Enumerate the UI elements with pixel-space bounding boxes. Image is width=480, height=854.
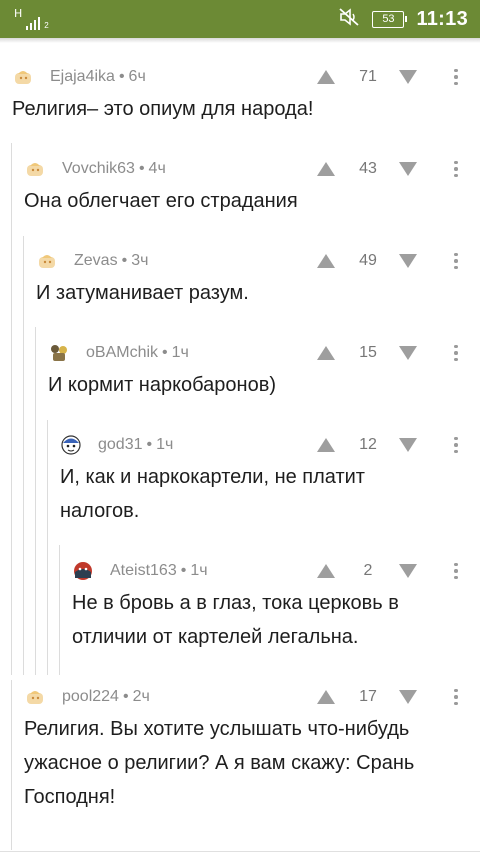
avatar-icon[interactable]: [24, 158, 46, 180]
time-ago: 1ч: [190, 562, 208, 579]
comment-header: oBAMchik • 1ч: [48, 342, 189, 364]
thread-line: [59, 545, 60, 675]
time-ago: 6ч: [128, 68, 146, 85]
comment-text-line: Религия. Вы хотите услышать что-нибудь: [24, 718, 410, 740]
downvote-arrow-icon[interactable]: [398, 686, 418, 708]
avatar-icon[interactable]: [12, 66, 34, 88]
comment-header: god31 • 1ч: [60, 434, 173, 456]
comment-text-line: ужасное о религии? А я вам скажу: Срань: [24, 752, 415, 774]
comment-text-line: И, как и наркокартели, не платит: [60, 466, 365, 488]
comment-header: Ejaja4ika • 6ч: [12, 66, 146, 88]
author-name[interactable]: Ateist163: [110, 562, 177, 579]
time-ago: 4ч: [148, 160, 166, 177]
comment-text-line: налогов.: [60, 500, 140, 522]
author-name[interactable]: Zevas: [74, 252, 118, 269]
avatar-icon[interactable]: [60, 434, 82, 456]
avatar-icon[interactable]: [36, 250, 58, 272]
signal-icon: [26, 16, 41, 30]
comment-text: Религия– это опиум для народа!: [12, 98, 314, 120]
upvote-arrow-icon[interactable]: [316, 158, 336, 180]
signal-indicator: H 2: [14, 8, 49, 30]
avatar-icon[interactable]: [72, 560, 94, 582]
comment-meta: god31 • 1ч: [98, 436, 174, 453]
comment-text: Не в бровь а в глаз, тока церковь в отли…: [72, 586, 399, 654]
thread-line: [35, 327, 36, 675]
rating: 43: [359, 160, 377, 177]
downvote-arrow-icon[interactable]: [398, 434, 418, 456]
comment-meta: oBAMchik • 1ч: [86, 344, 189, 361]
upvote-arrow-icon[interactable]: [316, 66, 336, 88]
comment-header: Vovchik63 • 4ч: [24, 158, 166, 180]
author-name[interactable]: pool224: [62, 688, 119, 705]
downvote-arrow-icon[interactable]: [398, 66, 418, 88]
author-name[interactable]: Ejaja4ika: [50, 68, 115, 85]
more-vertical-icon[interactable]: [448, 158, 464, 180]
time-ago: 1ч: [171, 344, 189, 361]
rating: 71: [359, 68, 377, 85]
avatar-icon[interactable]: [24, 686, 46, 708]
more-vertical-icon[interactable]: [448, 560, 464, 582]
comment-meta: Ateist163 • 1ч: [110, 562, 208, 579]
comment-text-line: Не в бровь а в глаз, тока церковь в: [72, 592, 399, 614]
more-vertical-icon[interactable]: [448, 342, 464, 364]
upvote-arrow-icon[interactable]: [316, 434, 336, 456]
more-vertical-icon[interactable]: [448, 434, 464, 456]
downvote-arrow-icon[interactable]: [398, 158, 418, 180]
battery-icon: 53: [372, 10, 408, 28]
comment-text-line: отличии от картелей легальна.: [72, 626, 359, 648]
upvote-arrow-icon[interactable]: [316, 686, 336, 708]
rating: 15: [359, 344, 377, 361]
comment-header: Zevas • 3ч: [36, 250, 148, 272]
comment-header: Ateist163 • 1ч: [72, 560, 208, 582]
divider: [0, 851, 480, 852]
thread-line: [23, 236, 24, 675]
comment-header: pool224 • 2ч: [24, 686, 150, 708]
upvote-arrow-icon[interactable]: [316, 342, 336, 364]
author-name[interactable]: god31: [98, 436, 143, 453]
downvote-arrow-icon[interactable]: [398, 250, 418, 272]
more-vertical-icon[interactable]: [448, 686, 464, 708]
rating: 2: [363, 562, 373, 579]
sim-slot-label: 2: [44, 21, 49, 30]
downvote-arrow-icon[interactable]: [398, 342, 418, 364]
clock: 11:13: [416, 7, 468, 30]
comment-text: И, как и наркокартели, не платит налогов…: [60, 460, 365, 528]
thread-line: [47, 420, 48, 675]
comment-meta: Zevas • 3ч: [74, 252, 149, 269]
comment-text: Она облегчает его страдания: [24, 190, 298, 212]
mute-icon: [338, 7, 360, 32]
toolbar-shadow: [0, 38, 480, 43]
author-name[interactable]: Vovchik63: [62, 160, 135, 177]
rating: 12: [359, 436, 377, 453]
rating: 49: [359, 252, 377, 269]
avatar-icon[interactable]: [48, 342, 70, 364]
downvote-arrow-icon[interactable]: [398, 560, 418, 582]
comment-text: И затуманивает разум.: [36, 282, 249, 304]
author-name[interactable]: oBAMchik: [86, 344, 158, 361]
thread-line: [11, 143, 12, 675]
thread-line: [11, 680, 12, 850]
network-type: H: [14, 7, 23, 20]
comment-text-line: Господня!: [24, 786, 116, 808]
comment-meta: pool224 • 2ч: [62, 688, 150, 705]
status-bar: H 2 53 11:13: [0, 0, 480, 38]
comment-meta: Ejaja4ika • 6ч: [50, 68, 146, 85]
rating: 17: [359, 688, 377, 705]
more-vertical-icon[interactable]: [448, 250, 464, 272]
comment-meta: Vovchik63 • 4ч: [62, 160, 166, 177]
more-vertical-icon[interactable]: [448, 66, 464, 88]
time-ago: 3ч: [131, 252, 149, 269]
time-ago: 1ч: [156, 436, 174, 453]
upvote-arrow-icon[interactable]: [316, 560, 336, 582]
time-ago: 2ч: [132, 688, 150, 705]
comment-text: И кормит наркобаронов): [48, 374, 276, 396]
upvote-arrow-icon[interactable]: [316, 250, 336, 272]
comment-text: Религия. Вы хотите услышать что-нибудь у…: [24, 712, 414, 814]
